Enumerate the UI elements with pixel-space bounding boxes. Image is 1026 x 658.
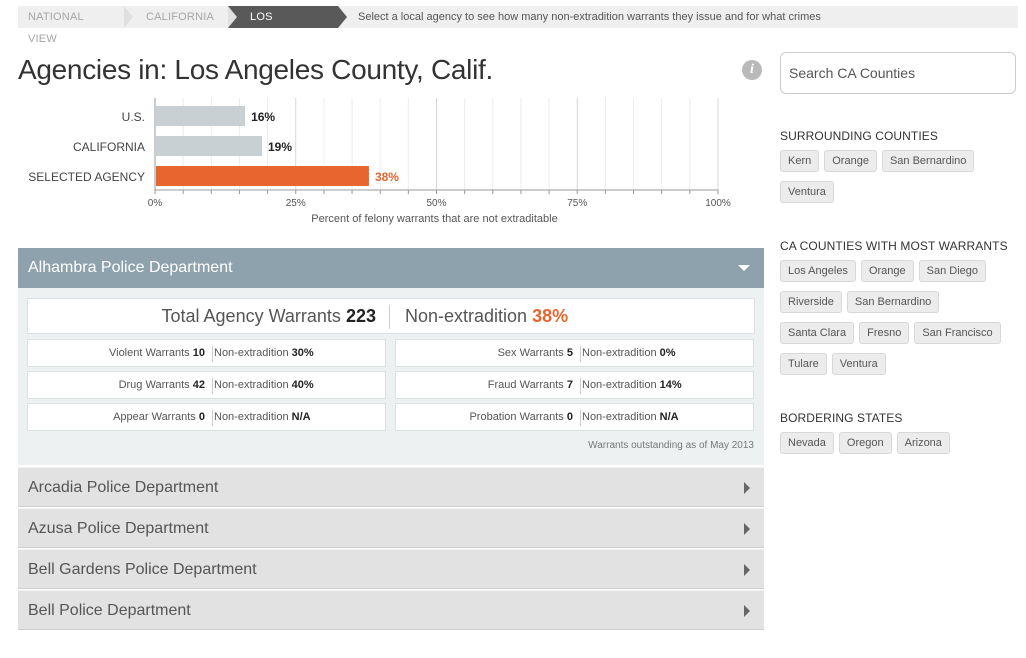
breadcrumb-national-view[interactable]: National View bbox=[18, 6, 133, 45]
chevron-down-icon bbox=[738, 265, 750, 271]
info-icon[interactable]: i bbox=[742, 60, 762, 80]
breadcrumb-los-angeles: Los Angeles bbox=[228, 6, 347, 45]
county-tag[interactable]: Orange bbox=[824, 150, 877, 172]
agency-row[interactable]: Azusa Police Department bbox=[18, 508, 764, 548]
x-tick-label: 100% bbox=[705, 198, 731, 209]
county-tag[interactable]: Kern bbox=[780, 150, 820, 172]
warrant-divider bbox=[580, 346, 581, 362]
surrounding-counties-heading: Surrounding Counties bbox=[780, 129, 939, 143]
warrant-nonext: Non-extradition 14% bbox=[582, 379, 682, 391]
value-label: 16% bbox=[251, 110, 275, 124]
agency-row[interactable]: Bell Gardens Police Department bbox=[18, 549, 764, 589]
county-tag[interactable]: Los Angeles bbox=[780, 260, 856, 282]
x-tick-label: 25% bbox=[286, 198, 306, 209]
warrant-divider bbox=[212, 378, 213, 394]
nonext-value: 38% bbox=[532, 306, 569, 326]
x-axis-label: Percent of felony warrants that are not … bbox=[311, 213, 557, 225]
category-label: U.S. bbox=[122, 110, 145, 124]
x-tick-label: 75% bbox=[567, 198, 587, 209]
total-value: 223 bbox=[345, 306, 376, 326]
warrant-type-box: Drug Warrants 42 Non-extradition 40% bbox=[27, 371, 386, 399]
totals-divider bbox=[389, 305, 390, 329]
as-of-note: Warrants outstanding as of May 2013 bbox=[588, 440, 754, 451]
county-tag[interactable]: Riverside bbox=[780, 291, 842, 313]
warrant-nonext: Non-extradition 40% bbox=[214, 379, 314, 391]
warrant-type-box: Probation Warrants 0 Non-extradition N/A bbox=[395, 403, 754, 431]
most-warrants-heading: CA Counties with Most Warrants bbox=[780, 239, 1008, 253]
chevron-right-icon bbox=[744, 482, 750, 494]
chevron-right-icon bbox=[744, 605, 750, 617]
value-label: 19% bbox=[268, 140, 292, 154]
x-tick-label: 0% bbox=[148, 198, 163, 209]
surrounding-counties-list: Kern Orange San Bernardino Ventura bbox=[780, 150, 1020, 212]
county-tag[interactable]: Tulare bbox=[780, 353, 827, 375]
county-tag[interactable]: Nevada bbox=[780, 432, 834, 454]
x-tick-label: 50% bbox=[426, 198, 446, 209]
agency-details: Total Agency Warrants 223 Non-extraditio… bbox=[18, 288, 764, 465]
breadcrumb-hint: Select a local agency to see how many no… bbox=[358, 11, 821, 23]
warrant-type-label: Drug Warrants 42 bbox=[118, 379, 205, 391]
nonext-label: Non-extradition bbox=[405, 306, 528, 326]
county-tag[interactable]: Fresno bbox=[859, 322, 910, 344]
county-tag[interactable]: Santa Clara bbox=[780, 322, 855, 344]
warrant-divider bbox=[212, 346, 213, 362]
county-tag[interactable]: San Bernardino bbox=[881, 150, 975, 172]
warrant-type-label: Sex Warrants 5 bbox=[497, 347, 573, 359]
warrant-type-box: Violent Warrants 10 Non-extradition 30% bbox=[27, 339, 386, 367]
county-tag[interactable]: Ventura bbox=[831, 353, 886, 375]
bordering-states-list: Nevada Oregon Arizona bbox=[780, 432, 1020, 463]
county-tag[interactable]: Arizona bbox=[896, 432, 950, 454]
warrant-type-box: Appear Warrants 0 Non-extradition N/A bbox=[27, 403, 386, 431]
warrant-type-box: Sex Warrants 5 Non-extradition 0% bbox=[395, 339, 754, 367]
agency-name: Alhambra Police Department bbox=[28, 259, 233, 276]
chevron-right-icon bbox=[744, 523, 750, 535]
bar bbox=[156, 136, 262, 156]
agency-row-name: Arcadia Police Department bbox=[28, 479, 219, 496]
agency-row-name: Bell Gardens Police Department bbox=[28, 561, 257, 578]
warrant-type-label: Violent Warrants 10 bbox=[108, 347, 205, 359]
total-label: Total Agency Warrants bbox=[161, 306, 341, 326]
value-label: 38% bbox=[375, 170, 399, 184]
agency-row[interactable]: Arcadia Police Department bbox=[18, 467, 764, 507]
bordering-states-heading: Bordering States bbox=[780, 411, 903, 425]
bar bbox=[156, 106, 246, 126]
warrant-divider bbox=[212, 410, 213, 426]
warrant-nonext: Non-extradition N/A bbox=[214, 411, 311, 423]
breadcrumb: National View California Los Angeles Sel… bbox=[18, 6, 1018, 45]
warrant-divider bbox=[580, 378, 581, 394]
county-tag[interactable]: San Francisco bbox=[914, 322, 1001, 344]
category-label: CALIFORNIA bbox=[73, 140, 145, 154]
totals-box: Total Agency Warrants 223 Non-extraditio… bbox=[27, 298, 755, 334]
agency-row[interactable]: Bell Police Department bbox=[18, 590, 764, 630]
county-tag[interactable]: Orange bbox=[860, 260, 914, 282]
county-tag[interactable]: San Diego bbox=[918, 260, 987, 282]
agency-header-open[interactable]: Alhambra Police Department bbox=[18, 248, 764, 288]
breadcrumb-california[interactable]: California bbox=[124, 6, 237, 28]
agency-row-name: Bell Police Department bbox=[28, 602, 191, 619]
warrant-nonext: Non-extradition N/A bbox=[582, 411, 679, 423]
warrant-type-label: Appear Warrants 0 bbox=[113, 411, 205, 423]
agency-row-name: Azusa Police Department bbox=[28, 520, 209, 537]
category-label: SELECTED AGENCY bbox=[28, 170, 145, 184]
page-title: Agencies in: Los Angeles County, Calif. bbox=[18, 54, 493, 85]
most-warrants-list: Los Angeles Orange San Diego Riverside San B… bbox=[780, 260, 1020, 384]
warrant-type-label: Probation Warrants 0 bbox=[469, 411, 573, 423]
warrant-type-label: Fraud Warrants 7 bbox=[487, 379, 573, 391]
county-tag[interactable]: San Bernardino bbox=[846, 291, 940, 313]
extradition-chart: U.S. 16% CALIFORNIA 19% SELECTED AGENCY 38% 0%… bbox=[28, 98, 731, 225]
warrant-divider bbox=[580, 410, 581, 426]
county-tag[interactable]: Oregon bbox=[838, 432, 892, 454]
warrant-nonext: Non-extradition 30% bbox=[214, 347, 314, 359]
county-search-input[interactable] bbox=[780, 52, 1016, 94]
warrant-nonext: Non-extradition 0% bbox=[582, 347, 676, 359]
county-tag[interactable]: Ventura bbox=[780, 181, 834, 203]
warrant-type-box: Fraud Warrants 7 Non-extradition 14% bbox=[395, 371, 754, 399]
chevron-right-icon bbox=[744, 564, 750, 576]
bar bbox=[156, 166, 369, 186]
